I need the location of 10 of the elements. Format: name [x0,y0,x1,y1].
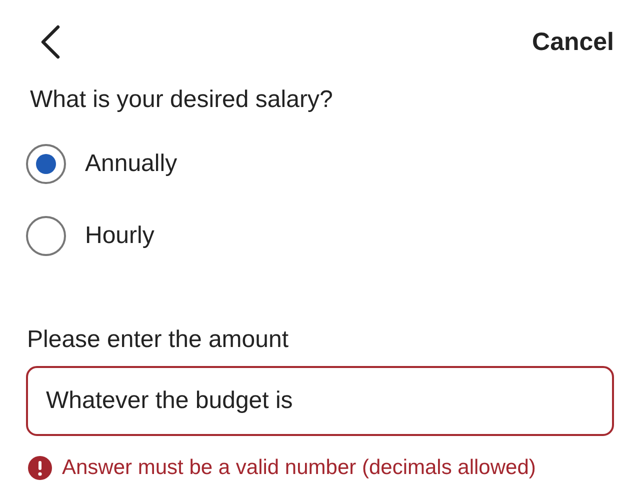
question-text: What is your desired salary? [30,85,334,115]
option-label: Annually [85,150,178,178]
amount-field[interactable]: Whatever the budget is [26,366,614,436]
radio-button[interactable] [26,216,66,256]
cancel-button[interactable]: Cancel [532,28,614,56]
error-message: Answer must be a valid number (decimals allowed) [62,456,536,480]
field-label: Please enter the amount [27,326,290,354]
radio-button[interactable] [26,144,66,184]
error-icon [28,456,52,480]
option-label: Hourly [85,222,154,250]
